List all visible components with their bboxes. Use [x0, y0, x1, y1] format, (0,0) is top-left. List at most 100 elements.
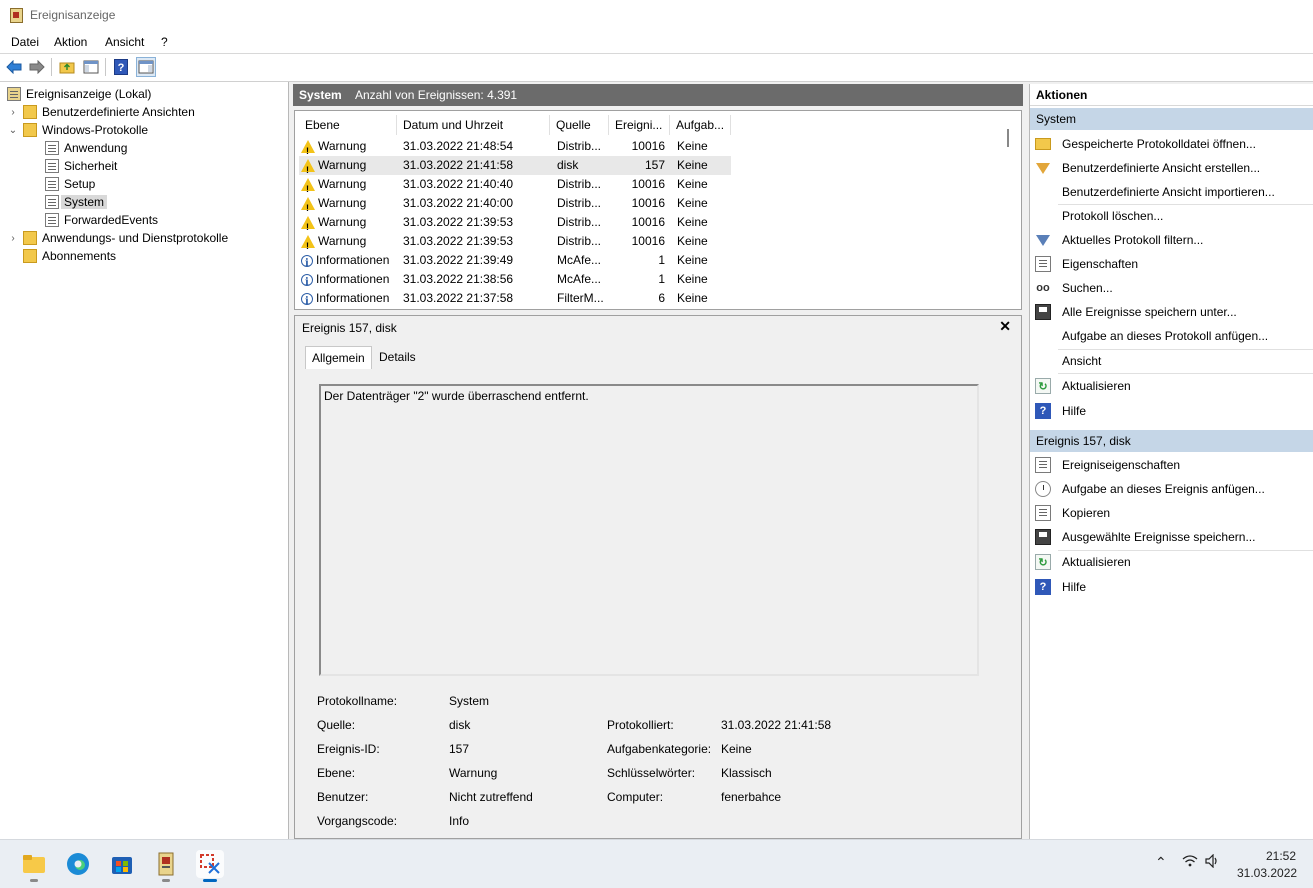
cell-level: Informationen [301, 251, 397, 270]
log-icon [45, 177, 59, 191]
clock-time[interactable]: 21:52 [1266, 849, 1296, 863]
cell-level: Warnung [301, 194, 397, 213]
tree-subscriptions[interactable]: Abonnements [23, 247, 116, 265]
chevron-down-icon[interactable]: ⌄ [7, 125, 19, 136]
binoculars-icon: oo [1036, 282, 1050, 294]
event-list: Ebene Datum und Uhrzeit Quelle Ereigni..… [294, 110, 1022, 310]
value-event-id: 157 [449, 742, 470, 756]
menu-ansicht[interactable]: Ansicht [105, 35, 144, 49]
tab-allgemein[interactable]: Allgemein [305, 346, 372, 369]
action-import-custom-view[interactable]: Benutzerdefinierte Ansicht importieren..… [1030, 180, 1313, 204]
edge-icon[interactable] [64, 850, 92, 878]
help-icon[interactable]: ? [111, 57, 131, 77]
subscriptions-icon [23, 249, 37, 263]
svg-text:?: ? [118, 62, 125, 74]
event-message-box[interactable]: Der Datenträger "2" wurde überraschend e… [319, 384, 979, 676]
column-header-date[interactable]: Datum und Uhrzeit [397, 115, 550, 135]
navigation-tree: Ereignisanzeige (Lokal) › Benutzerdefini… [0, 82, 289, 839]
action-attach-task-log[interactable]: Aufgabe an dieses Protokoll anfügen... [1030, 324, 1313, 348]
clock-date[interactable]: 31.03.2022 [1237, 866, 1297, 880]
cell-task: Keine [677, 234, 708, 248]
column-header-source[interactable]: Quelle [550, 115, 609, 135]
action-attach-task-event[interactable]: Aufgabe an dieses Ereignis anfügen... [1030, 477, 1313, 501]
table-row[interactable]: Warnung 31.03.2022 21:41:58 disk 157 Keine [299, 156, 731, 175]
tree-windows-logs[interactable]: ⌄ Windows-Protokolle [7, 121, 148, 139]
cell-date: 31.03.2022 21:38:56 [403, 272, 514, 286]
action-open-saved-log[interactable]: Gespeicherte Protokolldatei öffnen... [1030, 132, 1313, 156]
wifi-icon[interactable] [1182, 854, 1198, 871]
level-text: Warnung [318, 196, 367, 210]
table-row[interactable]: Informationen 31.03.2022 21:37:58 FilterM.… [299, 289, 731, 308]
cell-task: Keine [677, 272, 708, 286]
chevron-right-icon[interactable]: › [7, 107, 19, 118]
tree-root[interactable]: Ereignisanzeige (Lokal) [7, 85, 151, 103]
snipping-tool-icon[interactable] [196, 850, 224, 882]
table-row[interactable]: Informationen 31.03.2022 21:38:56 McAfe...… [299, 270, 731, 289]
tree-log-forwarded[interactable]: ForwardedEvents [45, 211, 158, 229]
action-view[interactable]: Ansicht [1030, 349, 1313, 373]
action-properties[interactable]: Eigenschaften [1030, 252, 1313, 276]
cell-source: FilterM... [557, 291, 604, 305]
chevron-right-icon[interactable]: › [7, 233, 19, 244]
level-text: Warnung [318, 158, 367, 172]
column-header-level[interactable]: Ebene [299, 115, 397, 135]
chevron-up-icon[interactable]: ⌃ [1155, 854, 1167, 871]
tree-log-sicherheit[interactable]: Sicherheit [45, 157, 117, 175]
action-save-all-events[interactable]: Alle Ereignisse speichern unter... [1030, 300, 1313, 324]
table-row[interactable]: Warnung 31.03.2022 21:39:53 Distrib... 1001… [299, 213, 731, 232]
level-text: Informationen [316, 253, 390, 267]
cell-date: 31.03.2022 21:39:53 [403, 215, 514, 229]
table-row[interactable]: Warnung 31.03.2022 21:48:54 Distrib... 1001… [299, 137, 731, 156]
column-header-event-id[interactable]: Ereigni... [609, 115, 670, 135]
close-icon[interactable]: ✕ [999, 318, 1011, 335]
label-level: Ebene: [317, 766, 356, 780]
action-pane-icon[interactable] [136, 57, 156, 77]
table-row[interactable]: Warnung 31.03.2022 21:40:00 Distrib... 1001… [299, 194, 731, 213]
store-icon[interactable] [108, 850, 136, 878]
speaker-icon[interactable] [1205, 853, 1219, 871]
cell-date: 31.03.2022 21:39:53 [403, 234, 514, 248]
tab-details[interactable]: Details [373, 346, 422, 368]
action-save-selected[interactable]: Ausgewählte Ereignisse speichern... [1030, 525, 1313, 549]
tree-custom-views-label: Benutzerdefinierte Ansichten [42, 105, 195, 119]
action-help-event[interactable]: ? Hilfe [1030, 575, 1313, 599]
action-help[interactable]: ? Hilfe [1030, 399, 1313, 423]
label-task-category: Aufgabenkategorie: [607, 742, 712, 756]
action-clear-log[interactable]: Protokoll löschen... [1030, 204, 1313, 228]
menu-help[interactable]: ? [161, 35, 168, 49]
table-row[interactable]: Informationen 31.03.2022 21:39:49 McAfe...… [299, 251, 731, 270]
tree-custom-views[interactable]: › Benutzerdefinierte Ansichten [7, 103, 195, 121]
forward-arrow-icon[interactable] [27, 57, 47, 77]
actions-section-event[interactable]: Ereignis 157, disk [1030, 430, 1313, 452]
file-explorer-icon[interactable] [20, 850, 48, 882]
menu-datei[interactable]: Datei [11, 35, 39, 49]
action-refresh[interactable]: ↻ Aktualisieren [1030, 374, 1313, 398]
event-detail-panel: Ereignis 157, disk ✕ Allgemein Details D… [294, 315, 1022, 839]
tree-app-service-logs[interactable]: › Anwendungs- und Dienstprotokolle [7, 229, 228, 247]
menu-aktion[interactable]: Aktion [54, 35, 87, 49]
up-folder-icon[interactable] [57, 57, 77, 77]
action-event-properties[interactable]: Ereigniseigenschaften [1030, 453, 1313, 477]
action-find[interactable]: oo Suchen... [1030, 276, 1313, 300]
action-copy[interactable]: Kopieren [1030, 501, 1313, 525]
action-refresh-event[interactable]: ↻ Aktualisieren [1030, 550, 1313, 574]
info-icon [301, 254, 313, 270]
action-label: Hilfe [1062, 404, 1087, 418]
event-viewer-icon[interactable] [152, 850, 180, 882]
tree-log-label: Sicherheit [64, 159, 118, 173]
column-header-task[interactable]: Aufgab... [670, 115, 731, 135]
tree-log-setup[interactable]: Setup [45, 175, 95, 193]
actions-section-system[interactable]: System [1030, 108, 1313, 130]
tree-log-system[interactable]: System [45, 193, 108, 211]
label-logged: Protokolliert: [607, 718, 674, 732]
tree-log-anwendung[interactable]: Anwendung [45, 139, 127, 157]
show-tree-icon[interactable] [81, 57, 101, 77]
table-row[interactable]: Warnung 31.03.2022 21:40:40 Distrib... 1001… [299, 175, 731, 194]
cell-id: 10016 [631, 234, 665, 248]
scrollbar-thumb[interactable] [1007, 129, 1009, 147]
action-create-custom-view[interactable]: Benutzerdefinierte Ansicht erstellen... [1030, 156, 1313, 180]
table-row[interactable]: Warnung 31.03.2022 21:39:53 Distrib... 1001… [299, 232, 731, 251]
action-filter-log[interactable]: Aktuelles Protokoll filtern... [1030, 228, 1313, 252]
back-arrow-icon[interactable] [4, 57, 24, 77]
cell-source: McAfe... [557, 272, 602, 286]
